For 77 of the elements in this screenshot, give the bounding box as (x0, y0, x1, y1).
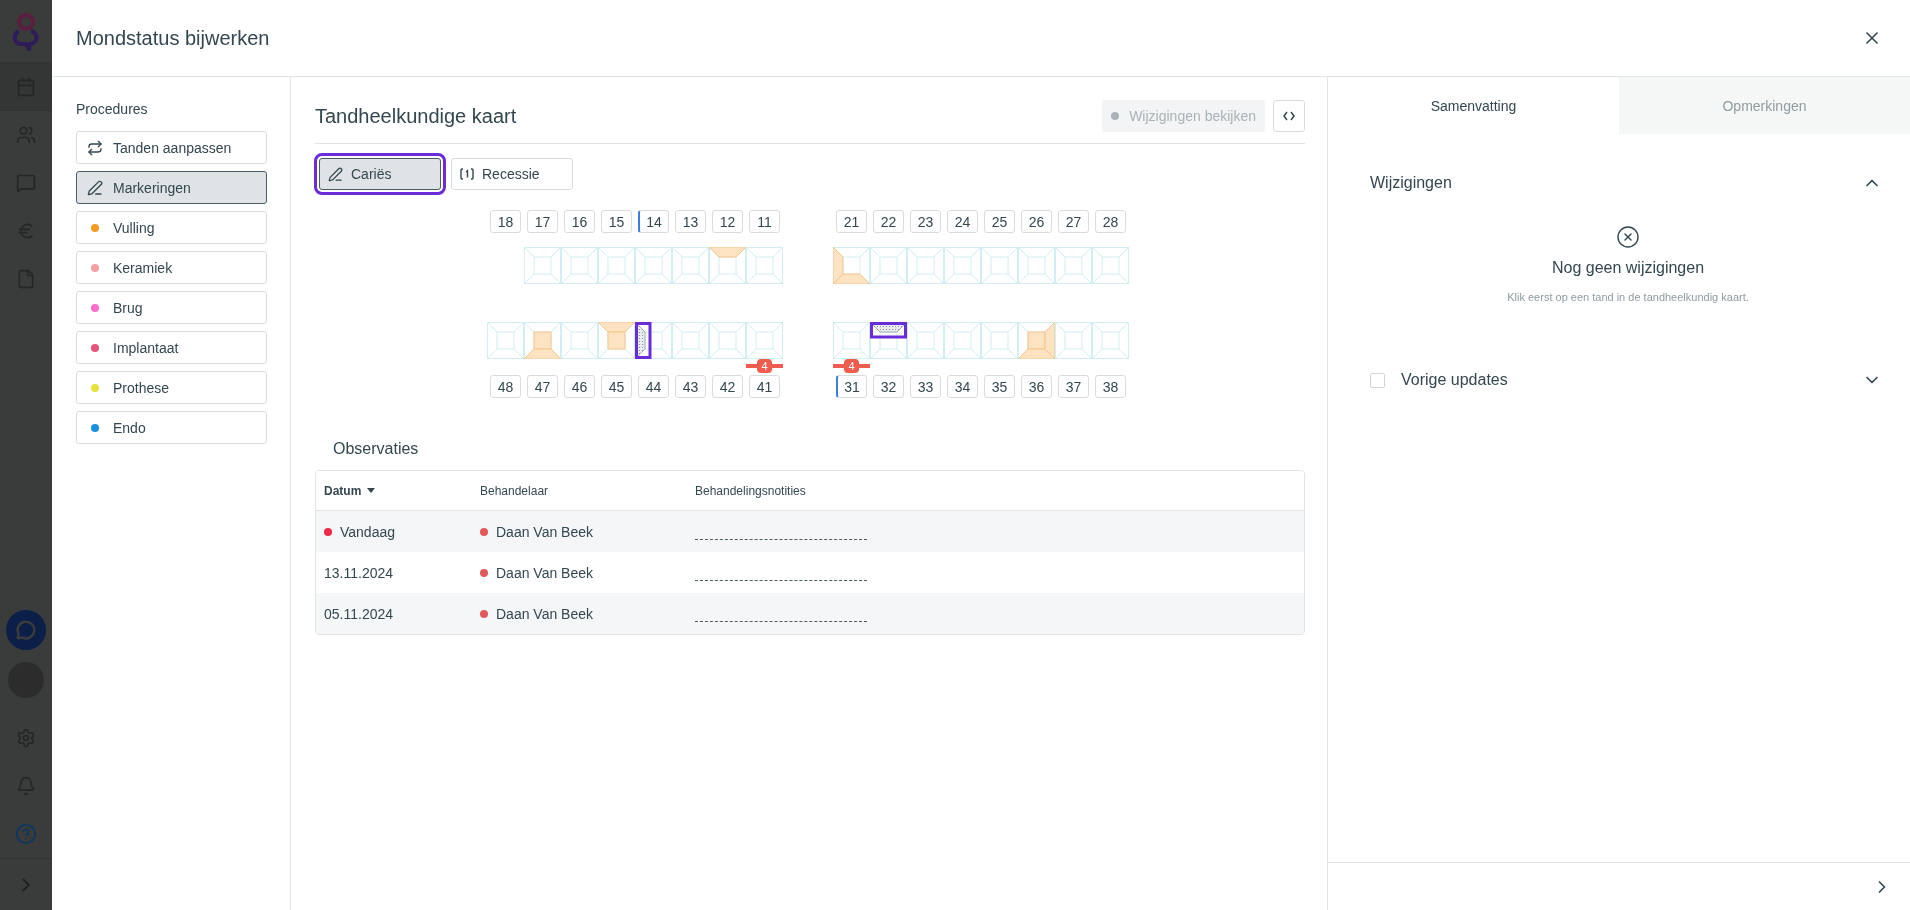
tooth-number[interactable]: 34 (947, 375, 978, 398)
tooth-number[interactable]: 22 (873, 210, 904, 233)
tooth-number[interactable]: 38 (1095, 375, 1126, 398)
tooth-number[interactable]: 25 (984, 210, 1015, 233)
tooth-number[interactable]: 24 (947, 210, 978, 233)
tooth-number[interactable]: 28 (1095, 210, 1126, 233)
tooth-number[interactable]: 23 (910, 210, 941, 233)
changes-heading: Wijzigingen (1370, 174, 1452, 192)
chat-icon (16, 620, 36, 640)
tooth-number[interactable]: 32 (873, 375, 904, 398)
tooth-number[interactable]: 11 (749, 210, 780, 233)
pencil-icon (328, 166, 343, 182)
tooth-number[interactable]: 12 (712, 210, 743, 233)
marking-tool-button[interactable]: Recessie (451, 158, 573, 190)
tooth-number[interactable]: 36 (1021, 375, 1052, 398)
code-icon (1283, 111, 1295, 121)
sort-caret-icon (367, 488, 376, 493)
empty-title: Nog geen wijzigingen (1551, 259, 1705, 277)
notes-input-line[interactable] (695, 621, 867, 622)
tooth-number[interactable]: 45 (601, 375, 632, 398)
tooth-number[interactable]: 35 (984, 375, 1015, 398)
tooth-number[interactable]: 21 (836, 210, 867, 233)
tooth-number[interactable]: 16 (564, 210, 595, 233)
code-view-button[interactable] (1273, 100, 1305, 132)
tooth-drawing[interactable] (635, 322, 672, 359)
procedures-heading: Procedures (76, 101, 149, 117)
swap-icon (87, 139, 103, 156)
procedure-item[interactable]: Tanden aanpassen (76, 131, 267, 164)
status-dot (1111, 112, 1120, 120)
tooth-number[interactable]: 17 (527, 210, 558, 233)
tooth-number[interactable]: 47 (527, 375, 558, 398)
column-header[interactable]: Datum (324, 483, 480, 498)
date-cell-text: 13.11.2024 (324, 564, 395, 581)
pencil-icon (87, 179, 103, 196)
tooth-number[interactable]: 14 (638, 210, 669, 233)
procedure-item[interactable]: Vulling (76, 211, 267, 244)
chart-title: Tandheelkundige kaart (315, 104, 517, 128)
checkbox[interactable] (1370, 372, 1385, 388)
practitioner-cell: Daan Van Beek (480, 605, 695, 622)
tooth-number[interactable]: 18 (490, 210, 521, 233)
tooth-number[interactable]: 41 (749, 375, 780, 398)
practitioner-cell: Daan Van Beek (480, 564, 695, 581)
date-cell: Vandaag (324, 523, 480, 540)
tooth-number[interactable]: 42 (712, 375, 743, 398)
notes-input-line[interactable] (695, 539, 867, 540)
tooth-number[interactable]: 26 (1021, 210, 1052, 233)
procedure-item[interactable]: Keramiek (76, 251, 267, 284)
tooth-number[interactable]: 46 (564, 375, 595, 398)
logo-icon[interactable] (11, 11, 41, 51)
tooth-number[interactable]: 33 (910, 375, 941, 398)
procedure-item[interactable]: Prothese (76, 371, 267, 404)
column-header[interactable]: Behandelingsnotities (695, 483, 1304, 498)
tooth-number[interactable]: 37 (1058, 375, 1089, 398)
tooth-number[interactable]: 48 (490, 375, 521, 398)
chat-button[interactable] (6, 610, 46, 650)
modal-title: Mondstatus bijwerken (76, 26, 270, 50)
date-cell-text: 05.11.2024 (324, 605, 395, 622)
procedure-item[interactable]: Markeringen (76, 171, 267, 204)
tooth-number[interactable]: 44 (638, 375, 669, 398)
empty-x-icon (1616, 225, 1640, 249)
observations-heading: Observaties (332, 439, 420, 459)
procedure-item[interactable]: Implantaat (76, 331, 267, 364)
tooth-number[interactable]: 15 (601, 210, 632, 233)
notes-input-line[interactable] (695, 580, 867, 581)
column-header[interactable]: Behandelaar (480, 483, 695, 498)
previous-updates-heading: Vorige updates (1401, 371, 1508, 389)
tooth-number[interactable]: 43 (675, 375, 706, 398)
tooth-number[interactable]: 27 (1058, 210, 1089, 233)
procedure-item[interactable]: Endo (76, 411, 267, 444)
practitioner-cell: Daan Van Beek (480, 523, 695, 540)
help-icon[interactable] (15, 823, 37, 845)
empty-hint: Klik eerst op een tand in de tandheelkundig kaart. (1507, 291, 1749, 303)
tooth-drawing[interactable] (870, 322, 907, 359)
tooth-number[interactable]: 13 (675, 210, 706, 233)
procedure-item[interactable]: Brug (76, 291, 267, 324)
tooth-number[interactable]: 31 (836, 375, 867, 398)
bracket-icon (460, 168, 474, 180)
